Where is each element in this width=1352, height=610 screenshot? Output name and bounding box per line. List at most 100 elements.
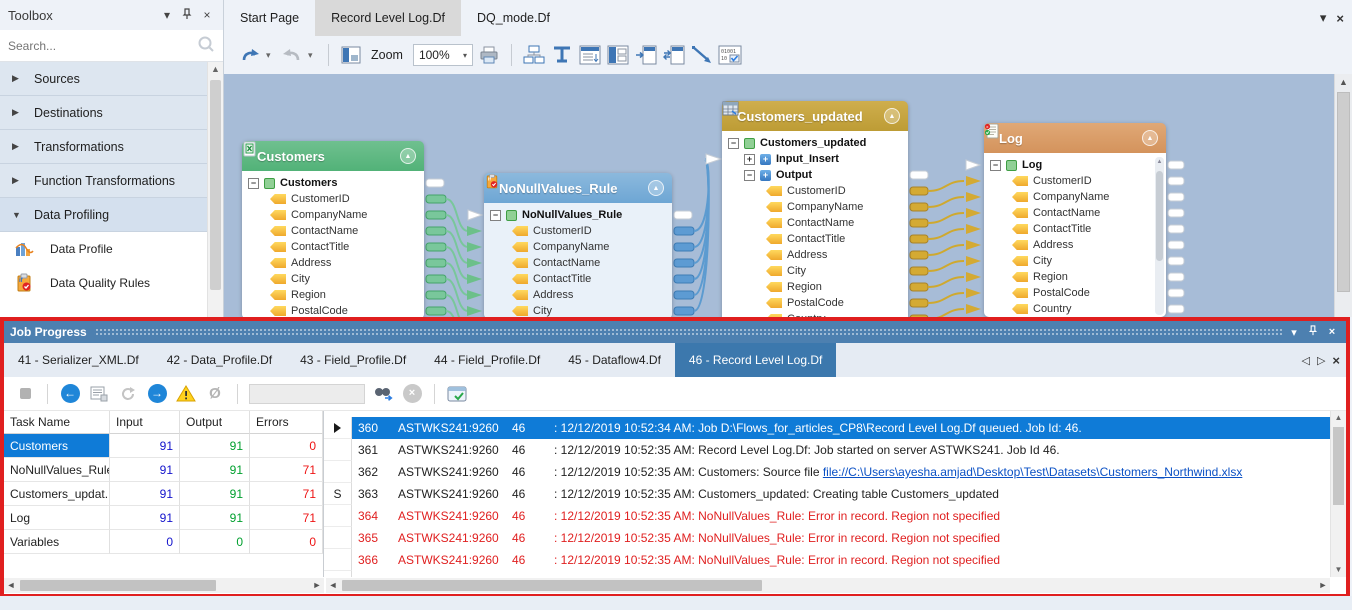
- document-close-icon[interactable]: ×: [1336, 11, 1344, 26]
- tree-field-contacttitle[interactable]: ContactTitle: [484, 271, 672, 287]
- scroll-down-icon[interactable]: ▼: [1331, 563, 1346, 577]
- collapse-box-icon[interactable]: −: [744, 170, 755, 181]
- log-row-line[interactable]: 365ASTWKS241:926046: 12/12/2019 10:52:35…: [352, 527, 1330, 549]
- node-header-log[interactable]: ×Log▲: [984, 123, 1166, 153]
- tree-field-contactname[interactable]: ContactName: [722, 215, 908, 231]
- refresh-button[interactable]: [117, 383, 139, 405]
- show-panel-icon[interactable]: [606, 43, 630, 67]
- insert-node-icon[interactable]: [634, 43, 658, 67]
- table-row[interactable]: Variables000: [4, 530, 323, 554]
- log-row-line[interactable]: 362ASTWKS241:926046: 12/12/2019 10:52:35…: [352, 461, 1330, 483]
- job-tab-45-dataflow4-df[interactable]: 45 - Dataflow4.Df: [554, 343, 675, 377]
- table-row[interactable]: Log919171: [4, 506, 323, 530]
- node-scroll-thumb[interactable]: [1156, 171, 1163, 261]
- log-row[interactable]: 362ASTWKS241:926046: 12/12/2019 10:52:35…: [324, 461, 1346, 483]
- collapse-node-icon[interactable]: ▲: [648, 180, 664, 196]
- collapse-node-icon[interactable]: ▲: [884, 108, 900, 124]
- tab-dq-mode-df[interactable]: DQ_mode.Df: [461, 0, 566, 36]
- node-inner-scrollbar[interactable]: ▲: [1155, 157, 1164, 315]
- table-row[interactable]: Customers_updat...919171: [4, 482, 323, 506]
- toolbox-category-destinations[interactable]: ▶Destinations: [0, 96, 207, 130]
- toolbox-scrollbar[interactable]: ▲: [207, 62, 223, 317]
- tree-root-customers-updated[interactable]: −Customers_updated: [722, 135, 908, 151]
- job-tab-46-record-level-log-df[interactable]: 46 - Record Level Log.Df: [675, 343, 836, 377]
- zoom-select[interactable]: 100% ▾: [413, 44, 473, 66]
- tree-root-customers[interactable]: −Customers: [242, 175, 424, 191]
- tree-field-contacttitle[interactable]: ContactTitle: [984, 221, 1166, 237]
- undo-button[interactable]: [238, 43, 262, 67]
- job-tab-42-data-profile-df[interactable]: 42 - Data_Profile.Df: [153, 343, 286, 377]
- tree-field-companyname[interactable]: CompanyName: [722, 199, 908, 215]
- dataflow-canvas[interactable]: Customers▲−CustomersCustomerIDCompanyNam…: [224, 74, 1334, 317]
- task-name-cell[interactable]: Customers_updat...: [4, 482, 110, 506]
- job-tab-next-icon[interactable]: ▷: [1317, 354, 1325, 367]
- stop-job-button[interactable]: [14, 383, 36, 405]
- back-button[interactable]: ←: [59, 383, 81, 405]
- tree-field-region[interactable]: Region: [984, 269, 1166, 285]
- expand-box-icon[interactable]: +: [744, 154, 755, 165]
- auto-layout-icon[interactable]: [522, 43, 546, 67]
- log-row[interactable]: S363ASTWKS241:926046: 12/12/2019 10:52:3…: [324, 483, 1346, 505]
- log-row[interactable]: 367ASTWKS241:926046: 12/12/2019 10:52:35…: [324, 571, 1346, 577]
- toolbox-item-data-profile[interactable]: Data Profile: [0, 232, 207, 266]
- toolbox-category-data-profiling[interactable]: ▼Data Profiling: [0, 198, 207, 232]
- tree-field-city[interactable]: City: [722, 263, 908, 279]
- collapse-box-icon[interactable]: −: [728, 138, 739, 149]
- table-horizontal-scrollbar[interactable]: ◄ ►: [4, 578, 324, 593]
- node-header-customers[interactable]: Customers▲: [242, 141, 424, 171]
- tree-field-companyname[interactable]: CompanyName: [484, 239, 672, 255]
- tree-field-companyname[interactable]: CompanyName: [242, 207, 424, 223]
- task-name-cell[interactable]: Log: [4, 506, 110, 530]
- job-close-icon[interactable]: ×: [1324, 326, 1340, 338]
- toolbox-pin-icon[interactable]: [179, 8, 195, 23]
- redo-button[interactable]: [280, 43, 304, 67]
- draw-link-icon[interactable]: [690, 43, 714, 67]
- canvas-scroll-thumb[interactable]: [1337, 92, 1350, 292]
- table-hscroll-thumb[interactable]: [20, 580, 216, 591]
- forward-button[interactable]: →: [146, 383, 168, 405]
- toolbox-category-transformations[interactable]: ▶Transformations: [0, 130, 207, 164]
- tree-field-contacttitle[interactable]: ContactTitle: [722, 231, 908, 247]
- tree-field-address[interactable]: Address: [242, 255, 424, 271]
- tree-field-postalcode[interactable]: PostalCode: [722, 295, 908, 311]
- tree-field-city[interactable]: City: [242, 271, 424, 287]
- tree-field-customerid[interactable]: CustomerID: [722, 183, 908, 199]
- column-header-output[interactable]: Output: [180, 411, 250, 434]
- log-scroll-thumb[interactable]: [1333, 427, 1344, 505]
- job-tab-44-field-profile-df[interactable]: 44 - Field_Profile.Df: [420, 343, 554, 377]
- toolbox-scroll-thumb[interactable]: [210, 80, 221, 290]
- node-header-nonullvalues-rule[interactable]: ifNoNullValues_Rule▲: [484, 173, 672, 203]
- log-row[interactable]: 361ASTWKS241:926046: 12/12/2019 10:52:35…: [324, 439, 1346, 461]
- link-nodes-icon[interactable]: [662, 43, 686, 67]
- tree-field-contactname[interactable]: ContactName: [484, 255, 672, 271]
- log-row-line[interactable]: 364ASTWKS241:926046: 12/12/2019 10:52:35…: [352, 505, 1330, 527]
- job-tab-prev-icon[interactable]: ◁: [1301, 354, 1309, 367]
- task-name-cell[interactable]: Variables: [4, 530, 110, 554]
- toolbox-menu-caret-icon[interactable]: ▾: [159, 8, 175, 22]
- toolbox-category-sources[interactable]: ▶Sources: [0, 62, 207, 96]
- job-menu-caret-icon[interactable]: ▾: [1286, 326, 1302, 339]
- tree-field-region[interactable]: Region: [242, 287, 424, 303]
- task-name-cell[interactable]: Customers: [4, 434, 110, 458]
- tree-root-nonullvalues-rule[interactable]: −NoNullValues_Rule: [484, 207, 672, 223]
- tree-field-contactname[interactable]: ContactName: [984, 205, 1166, 221]
- log-file-link[interactable]: file://C:\Users\ayesha.amjad\Desktop\Tes…: [823, 465, 1243, 479]
- column-header-input[interactable]: Input: [110, 411, 180, 434]
- node-log[interactable]: ×Log▲−LogCustomerIDCompanyNameContactNam…: [984, 123, 1166, 317]
- node-customers-updated[interactable]: Customers_updated▲−Customers_updated++In…: [722, 101, 908, 317]
- log-vertical-scrollbar[interactable]: ▲ ▼: [1330, 411, 1346, 577]
- tree-field-city[interactable]: City: [484, 303, 672, 317]
- scroll-up-icon[interactable]: ▲: [208, 62, 223, 77]
- log-row[interactable]: 366ASTWKS241:926046: 12/12/2019 10:52:35…: [324, 549, 1346, 571]
- job-pin-icon[interactable]: [1305, 325, 1321, 339]
- node-customers[interactable]: Customers▲−CustomersCustomerIDCompanyNam…: [242, 141, 424, 317]
- scroll-right-icon[interactable]: ►: [1316, 578, 1330, 593]
- job-tab-close-icon[interactable]: ×: [1332, 353, 1340, 368]
- log-row[interactable]: 365ASTWKS241:926046: 12/12/2019 10:52:35…: [324, 527, 1346, 549]
- tree-field-city[interactable]: City: [984, 253, 1166, 269]
- find-icon[interactable]: [372, 383, 394, 405]
- overview-window-icon[interactable]: [339, 43, 363, 67]
- node-header-customers-updated[interactable]: Customers_updated▲: [722, 101, 908, 131]
- tabs-menu-caret-icon[interactable]: ▾: [1320, 10, 1327, 26]
- scroll-up-icon[interactable]: ▲: [1331, 411, 1346, 425]
